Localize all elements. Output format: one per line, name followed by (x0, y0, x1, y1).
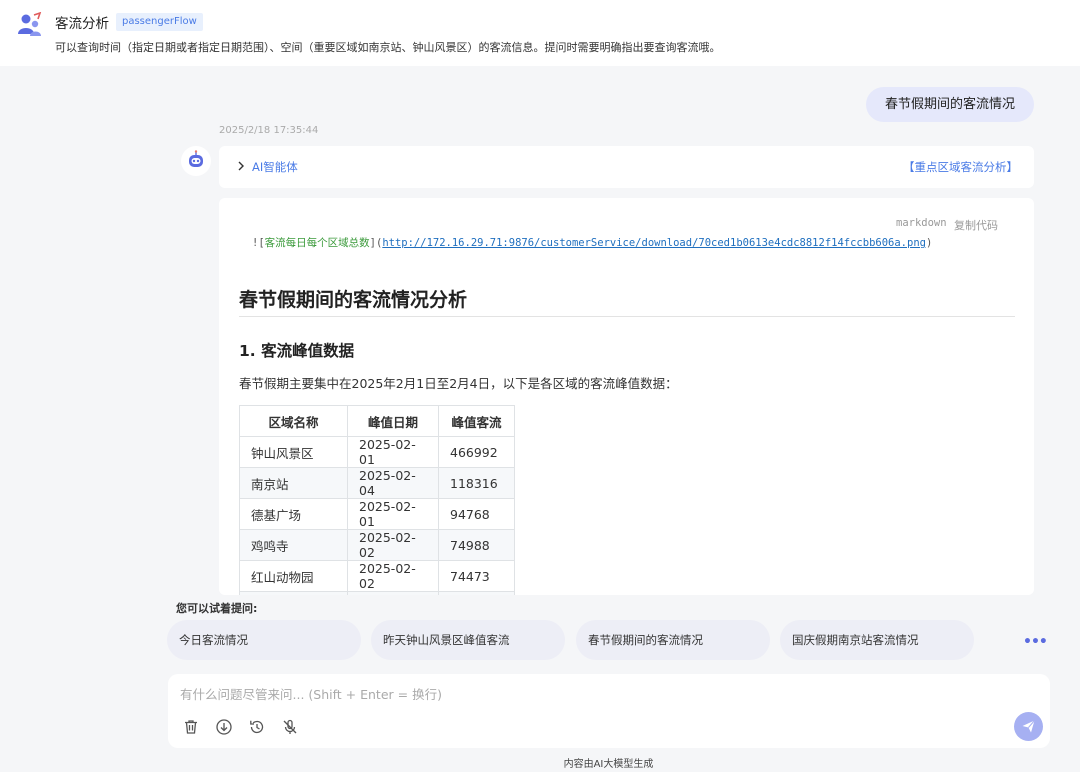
table-cell: 鸡鸣寺 (239, 529, 348, 561)
section-paragraph: 春节假期主要集中在2025年2月1日至2月4日，以下是各区域的客流峰值数据： (239, 376, 678, 391)
suggestion-chip[interactable]: 国庆假期南京站客流情况 (780, 620, 974, 660)
table-cell: 94768 (438, 498, 515, 530)
table-cell: 2025-02-04 (347, 467, 439, 499)
table-cell: 红山动物园 (239, 560, 348, 592)
table-row: 钟山风景区 2025-02-01 466992 (239, 436, 515, 468)
table-cell: 钟山风景区 (239, 436, 348, 468)
bot-avatar (181, 146, 211, 176)
table-cell: 74473 (438, 560, 515, 592)
suggestion-chip[interactable]: 今日客流情况 (167, 620, 361, 660)
agent-logo-icon (18, 12, 42, 36)
column-header: 峰值日期 (347, 405, 439, 437)
chat-input-box (168, 674, 1050, 748)
table-row: 红山动物园 2025-02-02 74473 (239, 560, 515, 592)
user-message-bubble: 春节假期间的客流情况 (866, 87, 1034, 122)
copy-code-button[interactable]: 复制代码 (954, 217, 998, 233)
table-row: 鸡鸣寺 2025-02-02 74988 (239, 529, 515, 561)
code-prefix: ![ (252, 237, 265, 249)
code-suffix: ) (925, 237, 933, 249)
answer-heading: 春节假期间的客流情况分析 (239, 289, 468, 311)
more-options-icon[interactable]: ••• (1023, 634, 1048, 650)
heading-divider (239, 316, 1015, 317)
agent-description: 可以查询时间（指定日期或者指定日期范围）、空间（重要区域如南京站、钟山风景区）的… (55, 41, 721, 54)
image-link[interactable]: http://172.16.29.71:9876/customerService… (382, 237, 926, 249)
app-header: 客流分析 passengerFlow 可以查询时间（指定日期或者指定日期范围）、… (0, 0, 1080, 66)
code-language-label: markdown (896, 217, 947, 229)
table-cell: 2025-02-01 (347, 436, 439, 468)
agent-process-row[interactable]: AI智能体 【重点区域客流分析】 (219, 146, 1034, 188)
code-alt-text: 客流每日每个区域总数 (264, 237, 370, 249)
agent-title: 客流分析 (55, 16, 109, 32)
table-cell: 118316 (438, 467, 515, 499)
table-row (239, 591, 515, 595)
table-cell (438, 591, 515, 595)
code-separator: ]( (369, 237, 383, 249)
section-heading: 1. 客流峰值数据 (239, 342, 355, 360)
chevron-right-icon[interactable] (235, 159, 247, 173)
trash-icon[interactable] (182, 718, 200, 736)
table-cell (347, 591, 439, 595)
table-row: 德基广场 2025-02-01 94768 (239, 498, 515, 530)
download-icon[interactable] (215, 718, 233, 736)
column-header: 峰值客流 (438, 405, 515, 437)
suggestion-chip[interactable]: 春节假期间的客流情况 (576, 620, 770, 660)
suggestion-chip[interactable]: 昨天钟山风景区峰值客流 (371, 620, 565, 660)
suggestions-title: 您可以试着提问: (176, 602, 258, 615)
send-button[interactable] (1014, 712, 1043, 741)
send-icon (1022, 720, 1035, 733)
chat-input[interactable] (180, 682, 1000, 706)
table-cell: 2025-02-02 (347, 560, 439, 592)
microphone-off-icon[interactable] (281, 718, 299, 736)
column-header: 区域名称 (239, 405, 348, 437)
table-cell: 2025-02-02 (347, 529, 439, 561)
table-cell: 德基广场 (239, 498, 348, 530)
code-block: ![客流每日每个区域总数](http://172.16.29.71:9876/c… (252, 235, 932, 250)
table-cell: 74988 (438, 529, 515, 561)
history-icon[interactable] (248, 718, 266, 736)
table-header-row: 区域名称 峰值日期 峰值客流 (239, 405, 515, 437)
peak-flow-table: 区域名称 峰值日期 峰值客流 钟山风景区 2025-02-01 466992 南… (239, 405, 515, 595)
footer-note: 内容由AI大模型生成 (563, 759, 654, 770)
table-cell: 2025-02-01 (347, 498, 439, 530)
table-cell: 466992 (438, 436, 515, 468)
message-timestamp: 2025/2/18 17:35:44 (219, 125, 319, 136)
agent-tag: passengerFlow (116, 13, 203, 31)
agent-label[interactable]: AI智能体 (252, 159, 298, 175)
table-row: 南京站 2025-02-04 118316 (239, 467, 515, 499)
tool-label: 【重点区域客流分析】 (903, 160, 1018, 174)
table-cell: 南京站 (239, 467, 348, 499)
robot-icon (189, 150, 203, 167)
table-cell (239, 591, 348, 595)
answer-card: markdown 复制代码 ![客流每日每个区域总数](http://172.1… (219, 198, 1034, 595)
